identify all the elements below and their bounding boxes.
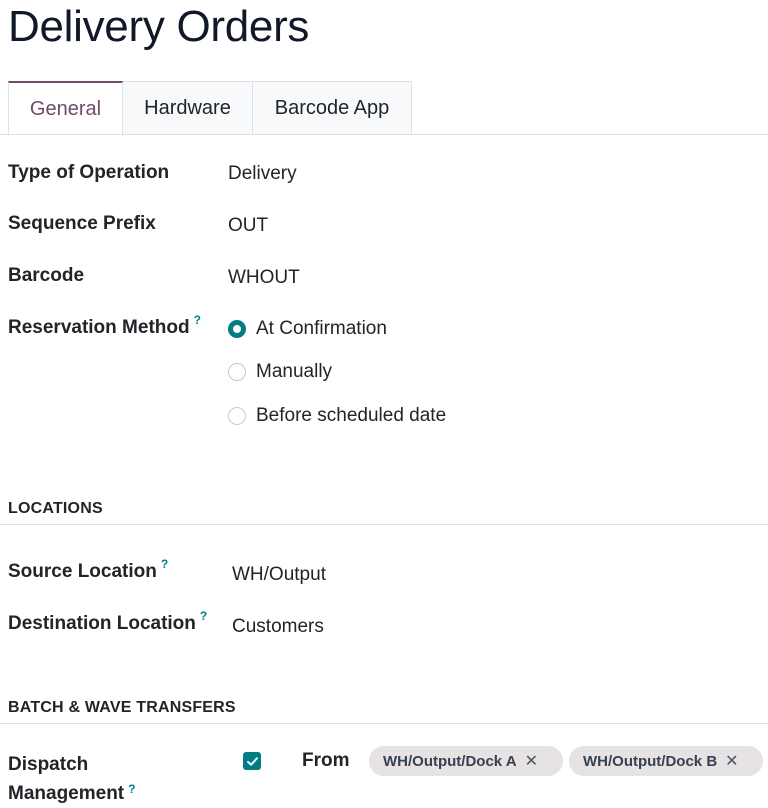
- destination-location-label-text: Destination Location: [8, 613, 196, 634]
- radio-label: At Confirmation: [256, 318, 387, 339]
- source-location-value[interactable]: WH/Output: [232, 564, 326, 586]
- radio-label: Manually: [256, 361, 333, 382]
- tab-barcode-app[interactable]: Barcode App: [253, 81, 412, 135]
- tab-bar: General Hardware Barcode App: [8, 81, 412, 136]
- help-icon[interactable]: ?: [200, 609, 207, 623]
- type-of-operation-label: Type of Operation: [8, 162, 170, 183]
- tag-label: WH/Output/Dock A: [383, 752, 517, 770]
- tab-divider: [0, 134, 768, 135]
- remove-tag-icon[interactable]: ✕: [725, 751, 738, 771]
- section-divider: [0, 524, 768, 525]
- dispatch-label-line2: Management: [8, 783, 125, 804]
- batch-wave-section-title: BATCH & WAVE TRANSFERS: [8, 699, 236, 716]
- destination-location-label: Destination Location?: [8, 609, 207, 635]
- sequence-prefix-label: Sequence Prefix: [8, 213, 156, 234]
- dispatch-management-checkbox[interactable]: [243, 752, 261, 770]
- radio-checked-icon[interactable]: [228, 320, 246, 338]
- radio-before-scheduled-date[interactable]: Before scheduled date: [228, 405, 446, 427]
- tab-general[interactable]: General: [8, 81, 123, 136]
- tab-hardware[interactable]: Hardware: [123, 81, 253, 135]
- tag-label: WH/Output/Dock B: [583, 752, 718, 770]
- radio-manually[interactable]: Manually: [228, 361, 332, 383]
- radio-unchecked-icon[interactable]: [228, 407, 246, 425]
- source-location-label-text: Source Location: [8, 561, 157, 582]
- type-of-operation-value[interactable]: Delivery: [228, 163, 297, 185]
- reservation-method-label-text: Reservation Method: [8, 317, 190, 338]
- help-icon[interactable]: ?: [128, 782, 135, 796]
- radio-unchecked-icon[interactable]: [228, 363, 246, 381]
- remove-tag-icon[interactable]: ✕: [525, 751, 538, 771]
- barcode-label: Barcode: [8, 265, 85, 286]
- radio-at-confirmation[interactable]: At Confirmation: [228, 318, 387, 340]
- dispatch-management-label: Dispatch Management?: [8, 750, 135, 808]
- section-divider: [0, 723, 768, 724]
- reservation-method-label: Reservation Method?: [8, 313, 201, 339]
- from-label: From: [302, 750, 350, 771]
- checkmark-icon: [246, 756, 258, 766]
- page-title: Delivery Orders: [8, 2, 310, 51]
- locations-section-title: LOCATIONS: [8, 500, 103, 517]
- sequence-prefix-value[interactable]: OUT: [228, 215, 268, 237]
- location-tag: WH/Output/Dock A ✕: [369, 746, 563, 776]
- location-tag: WH/Output/Dock B ✕: [569, 746, 763, 776]
- barcode-value[interactable]: WHOUT: [228, 267, 300, 289]
- help-icon[interactable]: ?: [194, 313, 201, 327]
- destination-location-value[interactable]: Customers: [232, 616, 324, 638]
- radio-label: Before scheduled date: [256, 405, 447, 426]
- source-location-label: Source Location?: [8, 557, 168, 583]
- dispatch-label-line2-wrap: Management?: [8, 779, 135, 808]
- help-icon[interactable]: ?: [161, 557, 168, 571]
- dispatch-label-line1: Dispatch: [8, 754, 89, 775]
